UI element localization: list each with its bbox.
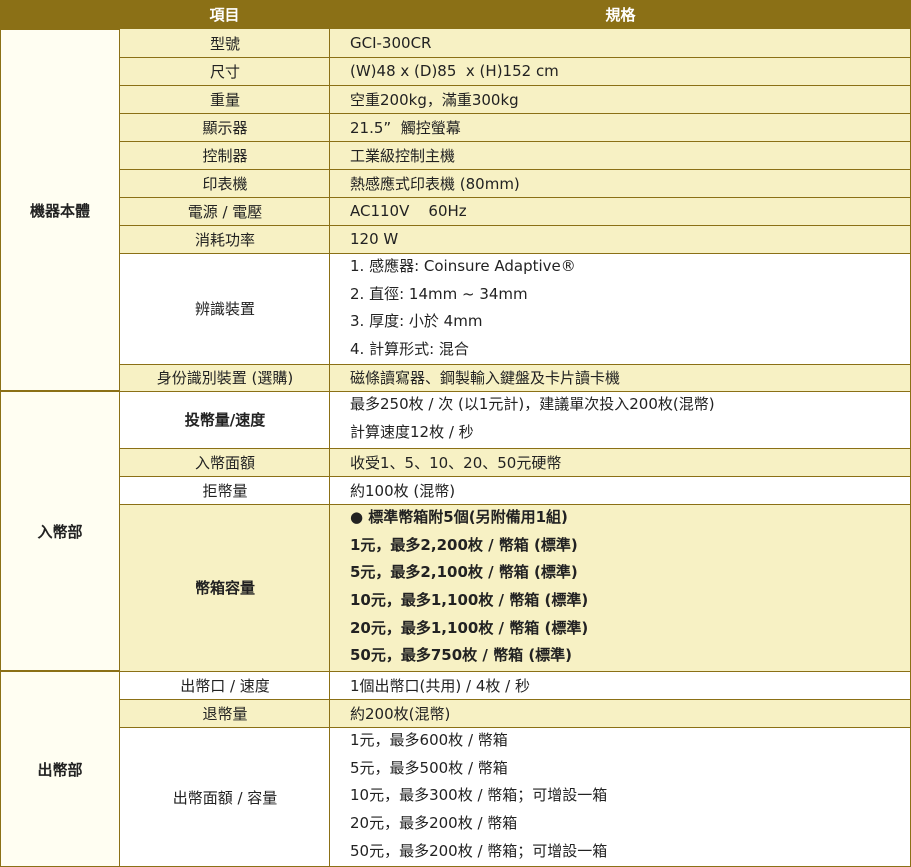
grid-line: [120, 169, 911, 170]
grid-line: [120, 253, 911, 254]
coin-box-line: 1元，最多2,200枚 / 幣箱 (標準): [350, 535, 578, 554]
coin-box-line: ● 標準幣箱附5個(另附備用1組): [350, 508, 568, 526]
item-consumption: 消耗功率: [120, 225, 330, 253]
coin-speed-line: 最多250枚 / 次 (以1元計)，建議單次投入200枚(混幣): [350, 395, 715, 413]
item-out-capacity: 出幣面額 / 容量: [120, 727, 330, 867]
item-size: 尺寸: [120, 57, 330, 85]
item-power: 電源 / 電壓: [120, 197, 330, 225]
out-capacity-line: 1元，最多600枚 / 幣箱: [350, 731, 508, 749]
value-coin-speed: 最多250枚 / 次 (以1元計)，建議單次投入200枚(混幣) 計算速度12枚…: [330, 391, 911, 448]
grid-line: [0, 391, 911, 392]
item-coin-box: 幣箱容量: [120, 504, 330, 671]
coin-box-line: 20元，最多1,100枚 / 幣箱 (標準): [350, 618, 589, 637]
value-consumption: 120 W: [330, 225, 911, 253]
grid-line: [329, 0, 330, 867]
group-coin-in: 入幣部: [0, 391, 120, 671]
header-item: 項目: [120, 0, 329, 29]
value-model: GCI-300CR: [330, 29, 911, 57]
item-outlet: 出幣口 / 速度: [120, 671, 330, 699]
value-display: 21.5” 觸控螢幕: [330, 113, 911, 141]
out-capacity-line: 20元，最多200枚 / 幣箱: [350, 814, 518, 833]
item-weight: 重量: [120, 85, 330, 113]
item-return: 退幣量: [120, 699, 330, 727]
item-reject: 拒幣量: [120, 476, 330, 504]
grid-line: [120, 197, 911, 198]
coin-speed-line: 計算速度12枚 / 秒: [350, 422, 474, 441]
out-capacity-line: 50元，最多200枚 / 幣箱；可增設一箱: [350, 841, 608, 860]
value-out-capacity: 1元，最多600枚 / 幣箱 5元，最多500枚 / 幣箱 10元，最多300枚…: [330, 727, 911, 867]
value-outlet: 1個出幣口(共用) / 4枚 / 秒: [330, 671, 911, 699]
value-coin-box: ● 標準幣箱附5個(另附備用1組) 1元，最多2,200枚 / 幣箱 (標準) …: [330, 504, 911, 671]
value-reject: 約100枚 (混幣): [330, 476, 911, 504]
grid-line: [120, 699, 911, 700]
coin-box-line: 10元，最多1,100枚 / 幣箱 (標準): [350, 591, 589, 610]
group-machine: 機器本體: [0, 29, 120, 391]
header-spec: 規格: [330, 0, 911, 29]
grid-line: [120, 476, 911, 477]
item-printer: 印表機: [120, 169, 330, 197]
grid-line: [120, 141, 911, 142]
value-denomination: 收受1、5、10、20、50元硬幣: [330, 448, 911, 476]
grid-line: [120, 504, 911, 505]
grid-line: [0, 671, 911, 672]
grid-line: [120, 85, 911, 86]
recognition-line: 2. 直徑: 14mm ~ 34mm: [350, 284, 528, 303]
grid-line: [119, 0, 120, 867]
value-weight: 空重200kg，滿重300kg: [330, 85, 911, 113]
header-blank: [0, 0, 119, 29]
coin-box-line: 50元，最多750枚 / 幣箱 (標準): [350, 646, 573, 665]
group-coin-out: 出幣部: [0, 671, 120, 867]
item-display: 顯示器: [120, 113, 330, 141]
value-controller: 工業級控制主機: [330, 141, 911, 169]
item-id-device: 身份識別裝置 (選購): [120, 364, 330, 391]
value-id-device: 磁條讀寫器、鋼製輸入鍵盤及卡片讀卡機: [330, 364, 911, 391]
item-model: 型號: [120, 29, 330, 57]
item-denomination: 入幣面額: [120, 448, 330, 476]
grid-line: [120, 57, 911, 58]
grid-line: [120, 727, 911, 728]
grid-line: [120, 113, 911, 114]
recognition-line: 4. 計算形式: 混合: [350, 340, 469, 359]
coin-box-line: 5元，最多2,100枚 / 幣箱 (標準): [350, 563, 578, 582]
recognition-line: 1. 感應器: Coinsure Adaptive®: [350, 257, 576, 275]
item-coin-speed: 投幣量/速度: [120, 391, 330, 448]
value-recognition: 1. 感應器: Coinsure Adaptive® 2. 直徑: 14mm ~…: [330, 253, 911, 364]
value-size: (W)48 x (D)85 x (H)152 cm: [330, 57, 911, 85]
value-power: AC110V 60Hz: [330, 197, 911, 225]
recognition-line: 3. 厚度: 小於 4mm: [350, 312, 483, 331]
item-controller: 控制器: [120, 141, 330, 169]
grid-line: [120, 225, 911, 226]
spec-table: 項目 規格 機器本體 入幣部 出幣部 型號 GCI-300CR 尺寸 (W)48…: [0, 0, 911, 867]
item-recognition: 辨識裝置: [120, 253, 330, 364]
out-capacity-line: 10元，最多300枚 / 幣箱；可增設一箱: [350, 786, 608, 805]
out-capacity-line: 5元，最多500枚 / 幣箱: [350, 758, 508, 777]
grid-line: [120, 448, 911, 449]
value-return: 約200枚(混幣): [330, 699, 911, 727]
value-printer: 熱感應式印表機 (80mm): [330, 169, 911, 197]
grid-line: [120, 364, 911, 365]
